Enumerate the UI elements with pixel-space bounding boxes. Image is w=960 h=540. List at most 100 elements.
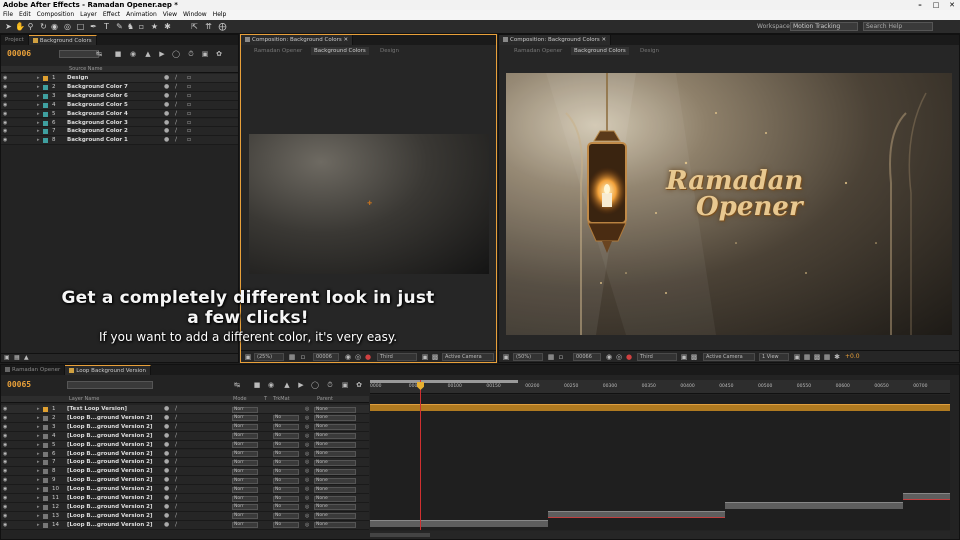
label-color-swatch[interactable] bbox=[43, 93, 48, 99]
trkmat-select[interactable]: No bbox=[273, 495, 299, 502]
fx-switch-icon[interactable]: ▫ bbox=[187, 110, 191, 119]
visibility-eye-icon[interactable]: ◉ bbox=[3, 485, 7, 494]
roi-icon-right[interactable]: ▣ bbox=[680, 353, 688, 361]
timeline-timecode[interactable]: 00065 bbox=[7, 380, 31, 389]
visibility-eye-icon[interactable]: ◉ bbox=[3, 512, 7, 521]
shy-switch-icon[interactable]: ● bbox=[164, 127, 169, 136]
right-zoom-select[interactable]: (50%) bbox=[513, 353, 543, 361]
layer-name[interactable]: Background Color 7 bbox=[67, 83, 128, 92]
layer-name[interactable]: Background Color 6 bbox=[67, 92, 128, 101]
menu-layer[interactable]: Layer bbox=[80, 10, 97, 20]
expand-triangle-icon[interactable]: ▸ bbox=[37, 110, 40, 119]
always-preview-icon[interactable]: ▣ bbox=[244, 353, 252, 361]
middle-resolution-select[interactable]: Third bbox=[377, 353, 417, 361]
mode-select[interactable]: Norr bbox=[232, 504, 258, 511]
stopwatch-icon[interactable]: ⏱ bbox=[187, 50, 195, 58]
layer-name[interactable]: [Loop B...ground Version 2] bbox=[67, 467, 153, 476]
trkmat-select[interactable]: No bbox=[273, 451, 299, 457]
layer-name[interactable]: [Loop B...ground Version 2] bbox=[67, 485, 153, 494]
right-resolution-select[interactable]: Third bbox=[637, 353, 677, 361]
brainstorm-icon-tl[interactable]: ✿ bbox=[355, 381, 363, 389]
view-axis-icon[interactable]: ⨁ bbox=[218, 22, 227, 31]
graph-editor-icon-tl[interactable]: ◯ bbox=[311, 381, 319, 389]
shy-icon[interactable]: ◉ bbox=[129, 50, 137, 58]
puppet-tool-icon[interactable]: ✱ bbox=[163, 22, 172, 31]
layer-name[interactable]: Background Color 2 bbox=[67, 127, 128, 136]
project-timecode[interactable]: 00006 bbox=[7, 49, 31, 58]
comp-flowchart-icon[interactable]: ↹ bbox=[233, 381, 241, 389]
comp-mini-flowchart-icon[interactable]: ↹ bbox=[95, 50, 103, 58]
pickwhip-icon[interactable]: ◎ bbox=[305, 476, 309, 485]
zoom-slider[interactable] bbox=[370, 533, 430, 537]
timeline-layer-row[interactable]: ◉ ▸ 3 [Loop B...ground Version 2] ● ∕ Norr No ◎ N… bbox=[1, 422, 369, 432]
parent-select[interactable]: None bbox=[314, 495, 356, 502]
expand-triangle-icon[interactable]: ▸ bbox=[37, 476, 40, 485]
collapse-switch-icon[interactable]: ∕ bbox=[175, 423, 177, 432]
mode-select[interactable]: Norr bbox=[232, 522, 258, 529]
expand-triangle-icon[interactable]: ▸ bbox=[37, 485, 40, 494]
parent-select[interactable]: None bbox=[314, 433, 356, 440]
collapse-switch-icon[interactable]: ∕ bbox=[175, 414, 177, 423]
collapse-switch-icon[interactable]: ∕ bbox=[175, 92, 177, 101]
mode-select[interactable]: Norr bbox=[232, 433, 258, 440]
safe-zones-icon-right[interactable]: ▦ bbox=[547, 353, 555, 361]
parent-select[interactable]: None bbox=[314, 415, 356, 422]
motion-blur-icon[interactable]: ▶ bbox=[158, 50, 166, 58]
timeline-layer-row[interactable]: ◉ ▸ 8 [Loop B...ground Version 2] ● ∕ Norr No ◎ N… bbox=[1, 467, 369, 477]
layer-name[interactable]: [Loop B...ground Version 2] bbox=[67, 414, 153, 423]
pickwhip-icon[interactable]: ◎ bbox=[305, 467, 309, 476]
visibility-eye-icon[interactable]: ◉ bbox=[3, 119, 7, 128]
visibility-eye-icon[interactable]: ◉ bbox=[3, 423, 7, 432]
close-icon[interactable]: ✕ bbox=[944, 0, 960, 10]
timeline-layer-row[interactable]: ◉ ▸ 6 [Loop B...ground Version 2] ● ∕ Norr No ◎ N… bbox=[1, 449, 369, 459]
timeline-layer-row[interactable]: ◉ ▸ 5 [Loop B...ground Version 2] ● ∕ Norr No ◎ N… bbox=[1, 440, 369, 450]
layer-search-input[interactable] bbox=[59, 50, 99, 58]
visibility-eye-icon[interactable]: ◉ bbox=[3, 467, 7, 476]
breadcrumb-design[interactable]: Design bbox=[377, 47, 402, 55]
timeline-icon[interactable]: ▩ bbox=[813, 353, 821, 361]
tab-composition-middle[interactable]: Composition: Background Colors ✕ bbox=[241, 35, 354, 45]
show-snapshot-icon-right[interactable]: ◎ bbox=[615, 353, 623, 361]
layer-name[interactable]: Background Color 4 bbox=[67, 110, 128, 119]
collapse-switch-icon[interactable]: ∕ bbox=[175, 512, 177, 521]
maximize-icon[interactable]: □ bbox=[928, 0, 944, 10]
layer-name[interactable]: [Loop B...ground Version 2] bbox=[67, 458, 153, 467]
menu-window[interactable]: Window bbox=[183, 10, 207, 20]
label-color-swatch[interactable] bbox=[43, 407, 48, 412]
collapse-switch-icon[interactable]: ∕ bbox=[175, 101, 177, 110]
label-color-swatch[interactable] bbox=[43, 469, 48, 475]
grid-icon-right[interactable]: ▫ bbox=[557, 353, 565, 361]
parent-select[interactable]: None bbox=[314, 459, 356, 466]
clone-tool-icon[interactable]: ♞ bbox=[126, 22, 135, 31]
guides-icon[interactable]: ▣ bbox=[201, 50, 209, 58]
shy-switch-icon[interactable]: ● bbox=[164, 467, 169, 476]
collapse-switch-icon[interactable]: ∕ bbox=[175, 476, 177, 485]
project-layer-row[interactable]: ◉ ▸ 7 Background Color 2 ● ∕ ▫ bbox=[1, 127, 238, 137]
timeline-layer-row[interactable]: ◉ ▸ 14 [Loop B...ground Version 2] ● ∕ Norr No ◎… bbox=[1, 520, 369, 530]
trkmat-select[interactable]: No bbox=[273, 468, 299, 475]
mode-select[interactable]: Norr bbox=[232, 451, 258, 457]
pickwhip-icon[interactable]: ◎ bbox=[305, 458, 309, 467]
layer-name[interactable]: [Loop B...ground Version 2] bbox=[67, 450, 153, 459]
mode-select[interactable]: Norr bbox=[232, 406, 258, 413]
expand-triangle-icon[interactable]: ▸ bbox=[37, 467, 40, 476]
background-color-preview[interactable]: ✚ bbox=[249, 134, 489, 274]
roi-icon[interactable]: ▣ bbox=[421, 353, 429, 361]
transparency-grid-icon[interactable]: ▩ bbox=[431, 353, 439, 361]
expand-triangle-icon[interactable]: ▸ bbox=[37, 92, 40, 101]
visibility-eye-icon[interactable]: ◉ bbox=[3, 414, 7, 423]
expand-triangle-icon[interactable]: ▸ bbox=[37, 521, 40, 530]
collapse-switch-icon[interactable]: ∕ bbox=[175, 485, 177, 494]
reset-exposure-icon[interactable]: ✱ bbox=[833, 353, 841, 361]
breadcrumb-ramadan-opener-right[interactable]: Ramadan Opener bbox=[511, 47, 565, 55]
motion-blur-icon-tl[interactable]: ▶ bbox=[297, 381, 305, 389]
expand-triangle-icon[interactable]: ▸ bbox=[37, 512, 40, 521]
track-area[interactable] bbox=[370, 380, 950, 530]
draft-3d-icon-tl[interactable]: ■ bbox=[253, 381, 261, 389]
collapse-switch-icon[interactable]: ∕ bbox=[175, 127, 177, 136]
trkmat-select[interactable]: No bbox=[273, 415, 299, 422]
project-layer-row[interactable]: ◉ ▸ 6 Background Color 3 ● ∕ ▫ bbox=[1, 118, 238, 128]
right-timecode[interactable]: 00066 bbox=[573, 353, 601, 361]
label-color-swatch[interactable] bbox=[43, 84, 48, 90]
trkmat-select[interactable]: No bbox=[273, 486, 299, 493]
